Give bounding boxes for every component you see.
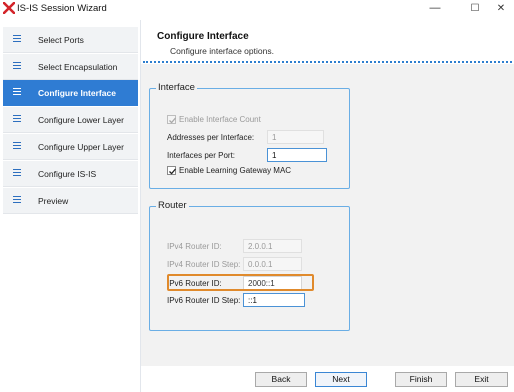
- ipv6-router-id-step-field[interactable]: ::1: [243, 293, 305, 307]
- addresses-per-interface-label: Addresses per Interface:: [167, 133, 255, 142]
- ipv4-router-id-label: IPv4 Router ID:: [167, 242, 222, 251]
- enable-learning-gateway-mac-label: Enable Learning Gateway MAC: [179, 166, 292, 175]
- sidebar-item-label: Configure IS-IS: [38, 169, 97, 179]
- addresses-per-interface-field: 1: [267, 130, 324, 144]
- finish-button[interactable]: Finish: [395, 372, 447, 387]
- maximize-button[interactable]: ☐: [466, 1, 484, 16]
- window-title: IS-IS Session Wizard: [17, 3, 107, 14]
- list-icon: [13, 88, 21, 96]
- interface-group: Interface Enable Interface Count Address…: [149, 82, 350, 189]
- close-button[interactable]: ✕: [492, 1, 510, 16]
- minimize-button[interactable]: —: [426, 1, 444, 16]
- interfaces-per-port-label: Interfaces per Port:: [167, 151, 236, 160]
- sidebar-item-label: Select Ports: [38, 35, 84, 45]
- sidebar-item-label: Configure Interface: [38, 88, 116, 98]
- list-icon: [13, 196, 21, 204]
- sidebar-item-select-encapsulation[interactable]: Select Encapsulation: [3, 54, 138, 80]
- enable-interface-count-label: Enable Interface Count: [179, 115, 261, 124]
- enable-interface-count-checkbox: [167, 115, 176, 124]
- sidebar-item-label: Configure Upper Layer: [38, 142, 124, 152]
- header-divider: [143, 61, 512, 63]
- sidebar-item-configure-upper-layer[interactable]: Configure Upper Layer: [3, 134, 138, 160]
- next-button[interactable]: Next: [315, 372, 367, 387]
- ipv4-router-id-field: 2.0.0.1: [243, 239, 302, 253]
- exit-button[interactable]: Exit: [455, 372, 508, 387]
- sidebar-item-configure-interface[interactable]: Configure Interface: [3, 80, 138, 106]
- sidebar-item-select-ports[interactable]: Select Ports: [3, 27, 138, 53]
- sidebar-item-label: Preview: [38, 196, 69, 206]
- ipv4-router-id-step-label: IPv4 Router ID Step:: [167, 260, 241, 269]
- interface-group-legend: Interface: [156, 82, 197, 93]
- app-logo-icon: [2, 1, 16, 15]
- list-icon: [13, 169, 21, 177]
- enable-learning-gateway-mac-checkbox[interactable]: [167, 166, 176, 175]
- page-title: Configure Interface: [157, 31, 249, 42]
- sidebar-item-label: Configure Lower Layer: [38, 115, 124, 125]
- back-button[interactable]: Back: [255, 372, 307, 387]
- wizard-steps-sidebar: Select Ports Select Encapsulation Config…: [0, 20, 141, 392]
- ipv6-router-id-highlight: [167, 274, 314, 291]
- page-subtitle: Configure interface options.: [170, 46, 274, 56]
- content-area: Interface Enable Interface Count Address…: [141, 64, 514, 366]
- sidebar-item-label: Select Encapsulation: [38, 62, 118, 72]
- list-icon: [13, 35, 21, 43]
- sidebar-item-configure-lower-layer[interactable]: Configure Lower Layer: [3, 107, 138, 133]
- list-icon: [13, 62, 21, 70]
- title-bar: IS-IS Session Wizard — ☐ ✕: [0, 0, 514, 18]
- list-icon: [13, 142, 21, 150]
- sidebar-item-configure-isis[interactable]: Configure IS-IS: [3, 161, 138, 187]
- sidebar-item-preview[interactable]: Preview: [3, 188, 138, 214]
- list-icon: [13, 115, 21, 123]
- router-group: Router IPv4 Router ID: 2.0.0.1 IPv4 Rout…: [149, 200, 350, 331]
- interfaces-per-port-field[interactable]: 1: [267, 148, 327, 162]
- ipv6-router-id-step-label: IPv6 Router ID Step:: [167, 296, 241, 305]
- ipv4-router-id-step-field: 0.0.0.1: [243, 257, 302, 271]
- router-group-legend: Router: [156, 200, 189, 211]
